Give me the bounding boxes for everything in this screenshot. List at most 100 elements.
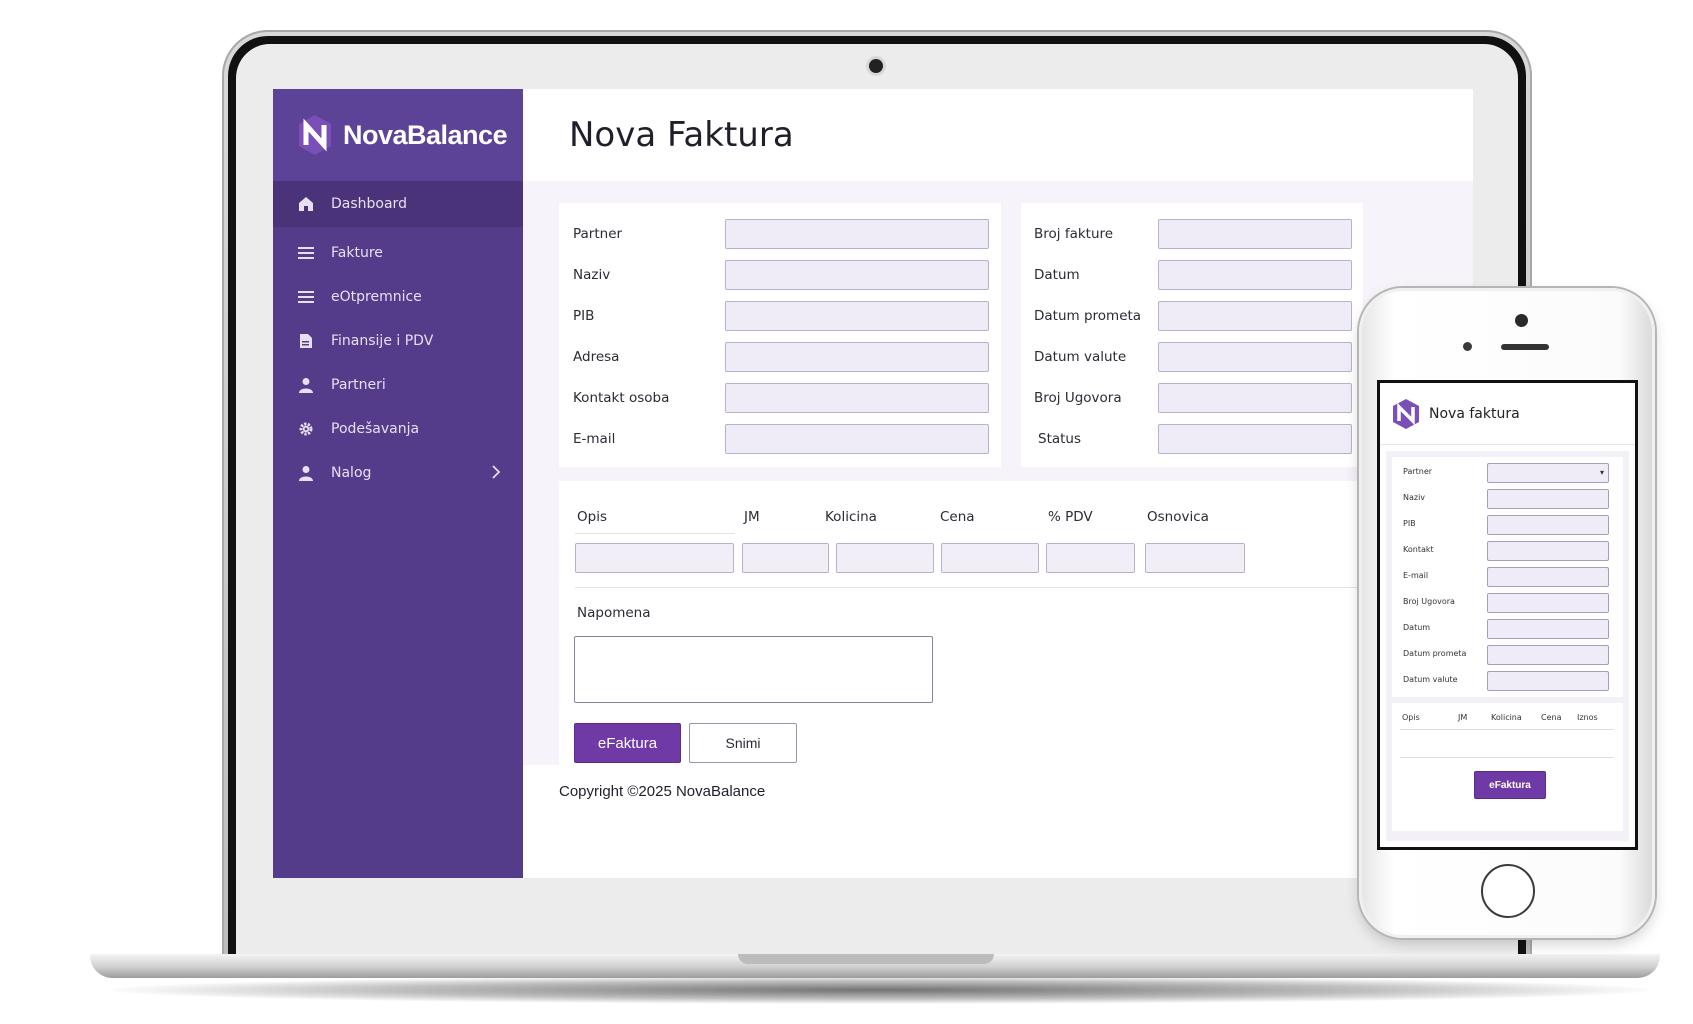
mobile-pib-field[interactable] [1487, 515, 1609, 535]
sidebar-item-eotpremnice[interactable]: eOtpremnice [273, 275, 523, 319]
form-row-email: E-mail [559, 424, 1001, 454]
snimi-button[interactable]: Snimi [689, 723, 797, 763]
phone-camera [1515, 314, 1528, 327]
copyright-text: Copyright ©2025 NovaBalance [559, 783, 766, 800]
page-header: Nova Faktura [523, 89, 1473, 181]
pib-label: PIB [573, 308, 595, 324]
mobile-datum-prometa-field[interactable] [1487, 645, 1609, 665]
column-header-kolicina: Kolicina [825, 509, 877, 525]
item-pdv-input[interactable] [1046, 543, 1135, 573]
mobile-column-header: Iznos [1577, 713, 1598, 722]
item-osnovica-input[interactable] [1145, 543, 1245, 573]
datum-field[interactable] [1158, 260, 1352, 290]
datum-prometa-field[interactable] [1158, 301, 1352, 331]
item-cena-input[interactable] [941, 543, 1039, 573]
sidebar: NovaBalance Dashboard Fakture eOtpremnic… [273, 89, 523, 878]
phone-home-button[interactable] [1481, 864, 1535, 918]
naziv-field[interactable] [725, 260, 989, 290]
page-title: Nova Faktura [569, 115, 794, 155]
mobile-row-kontakt: Kontakt [1392, 541, 1623, 561]
mobile-datum-field[interactable] [1487, 619, 1609, 639]
mobile-datum-valute-field[interactable] [1487, 671, 1609, 691]
mobile-label: Partner [1403, 467, 1433, 476]
menu-lines-icon [297, 244, 315, 262]
item-opis-input[interactable] [575, 543, 734, 573]
mobile-broj-ugovora-field[interactable] [1487, 593, 1609, 613]
email-field[interactable] [725, 424, 989, 454]
phone-speaker [1501, 344, 1549, 350]
header-underline [575, 533, 735, 534]
laptop-shadow [110, 976, 1650, 1004]
sidebar-item-label: Dashboard [331, 196, 407, 212]
caret-down-icon: ▾ [1599, 468, 1604, 477]
user-icon [297, 464, 315, 482]
mobile-row-datum-prometa: Datum prometa [1392, 645, 1623, 665]
datum-valute-field[interactable] [1158, 342, 1352, 372]
brand-name: NovaBalance [343, 119, 508, 150]
form-row-broj-fakture: Broj fakture [1021, 219, 1363, 249]
document-icon [297, 332, 315, 350]
sidebar-nav: Dashboard Fakture eOtpremnice Finansije … [273, 181, 523, 495]
mobile-row-broj-ugovora: Broj Ugovora [1392, 593, 1623, 613]
mobile-header: Nova faktura [1380, 383, 1635, 445]
brand[interactable]: NovaBalance [273, 89, 523, 181]
phone-sensor [1463, 342, 1472, 351]
column-header-osnovica: Osnovica [1147, 509, 1209, 525]
mobile-row-datum: Datum [1392, 619, 1623, 639]
napomena-textarea[interactable] [574, 636, 933, 703]
sidebar-item-label: eOtpremnice [331, 289, 422, 305]
mobile-header-line [1400, 729, 1614, 730]
mobile-label: Naziv [1403, 493, 1426, 502]
chevron-right-icon [491, 464, 501, 484]
novabalance-logo-icon [1393, 398, 1419, 429]
phone-device: Nova faktura Partner ▾ Naziv PIB Kontakt… [1359, 288, 1655, 938]
item-jm-input[interactable] [742, 543, 829, 573]
invoice-meta-card: Broj fakture Datum Datum prometa Datum v… [1021, 203, 1363, 467]
column-header-jm: JM [744, 509, 760, 525]
efaktura-button[interactable]: eFaktura [574, 723, 681, 763]
datum-valute-label: Datum valute [1034, 349, 1127, 365]
mobile-row-line [1400, 757, 1614, 758]
mobile-row-email: E-mail [1392, 567, 1623, 587]
mobile-partner-select[interactable]: ▾ [1487, 463, 1609, 483]
sidebar-item-dashboard[interactable]: Dashboard [273, 181, 523, 227]
item-kolicina-input[interactable] [836, 543, 934, 573]
partner-field[interactable] [725, 219, 989, 249]
mobile-kontakt-field[interactable] [1487, 541, 1609, 561]
mobile-label: Kontakt [1403, 545, 1434, 554]
mobile-efaktura-button[interactable]: eFaktura [1474, 771, 1546, 799]
broj-ugovora-field[interactable] [1158, 383, 1352, 413]
email-label: E-mail [573, 431, 616, 447]
broj-fakture-label: Broj fakture [1034, 226, 1114, 242]
form-row-datum-valute: Datum valute [1021, 342, 1363, 372]
pib-field[interactable] [725, 301, 989, 331]
sidebar-item-partneri[interactable]: Partneri [273, 363, 523, 407]
naziv-label: Naziv [573, 267, 611, 283]
kontakt-field[interactable] [725, 383, 989, 413]
gear-icon [297, 420, 315, 438]
form-row-status: Status [1021, 424, 1363, 454]
sidebar-item-podesavanja[interactable]: Podešavanja [273, 407, 523, 451]
status-select[interactable] [1158, 424, 1352, 454]
form-row-naziv: Naziv [559, 260, 1001, 290]
mobile-row-datum-valute: Datum valute [1392, 671, 1623, 691]
sidebar-item-finansije[interactable]: Finansije i PDV [273, 319, 523, 363]
partner-form-card: Partner Naziv PIB Adresa Kontakt osoba E… [559, 203, 1001, 467]
sidebar-item-fakture[interactable]: Fakture [273, 231, 523, 275]
broj-ugovora-label: Broj Ugovora [1034, 390, 1122, 406]
adresa-field[interactable] [725, 342, 989, 372]
mobile-naziv-field[interactable] [1487, 489, 1609, 509]
mobile-email-field[interactable] [1487, 567, 1609, 587]
broj-fakture-field[interactable] [1158, 219, 1352, 249]
datum-prometa-label: Datum prometa [1034, 308, 1142, 324]
column-header-cena: Cena [940, 509, 975, 525]
mobile-label: Datum prometa [1403, 649, 1467, 658]
mobile-body: Partner ▾ Naziv PIB Kontakt E-mail Broj … [1386, 451, 1629, 841]
footer: Copyright ©2025 NovaBalance [523, 765, 1473, 878]
novabalance-logo-icon [299, 115, 331, 155]
mobile-column-header: Opis [1402, 713, 1420, 722]
mobile-label: Broj Ugovora [1403, 597, 1455, 606]
sidebar-item-label: Nalog [331, 465, 372, 481]
invoice-items-card: Opis JM Kolicina Cena % PDV Osnovica Nap… [559, 481, 1365, 778]
sidebar-item-nalog[interactable]: Nalog [273, 451, 523, 495]
